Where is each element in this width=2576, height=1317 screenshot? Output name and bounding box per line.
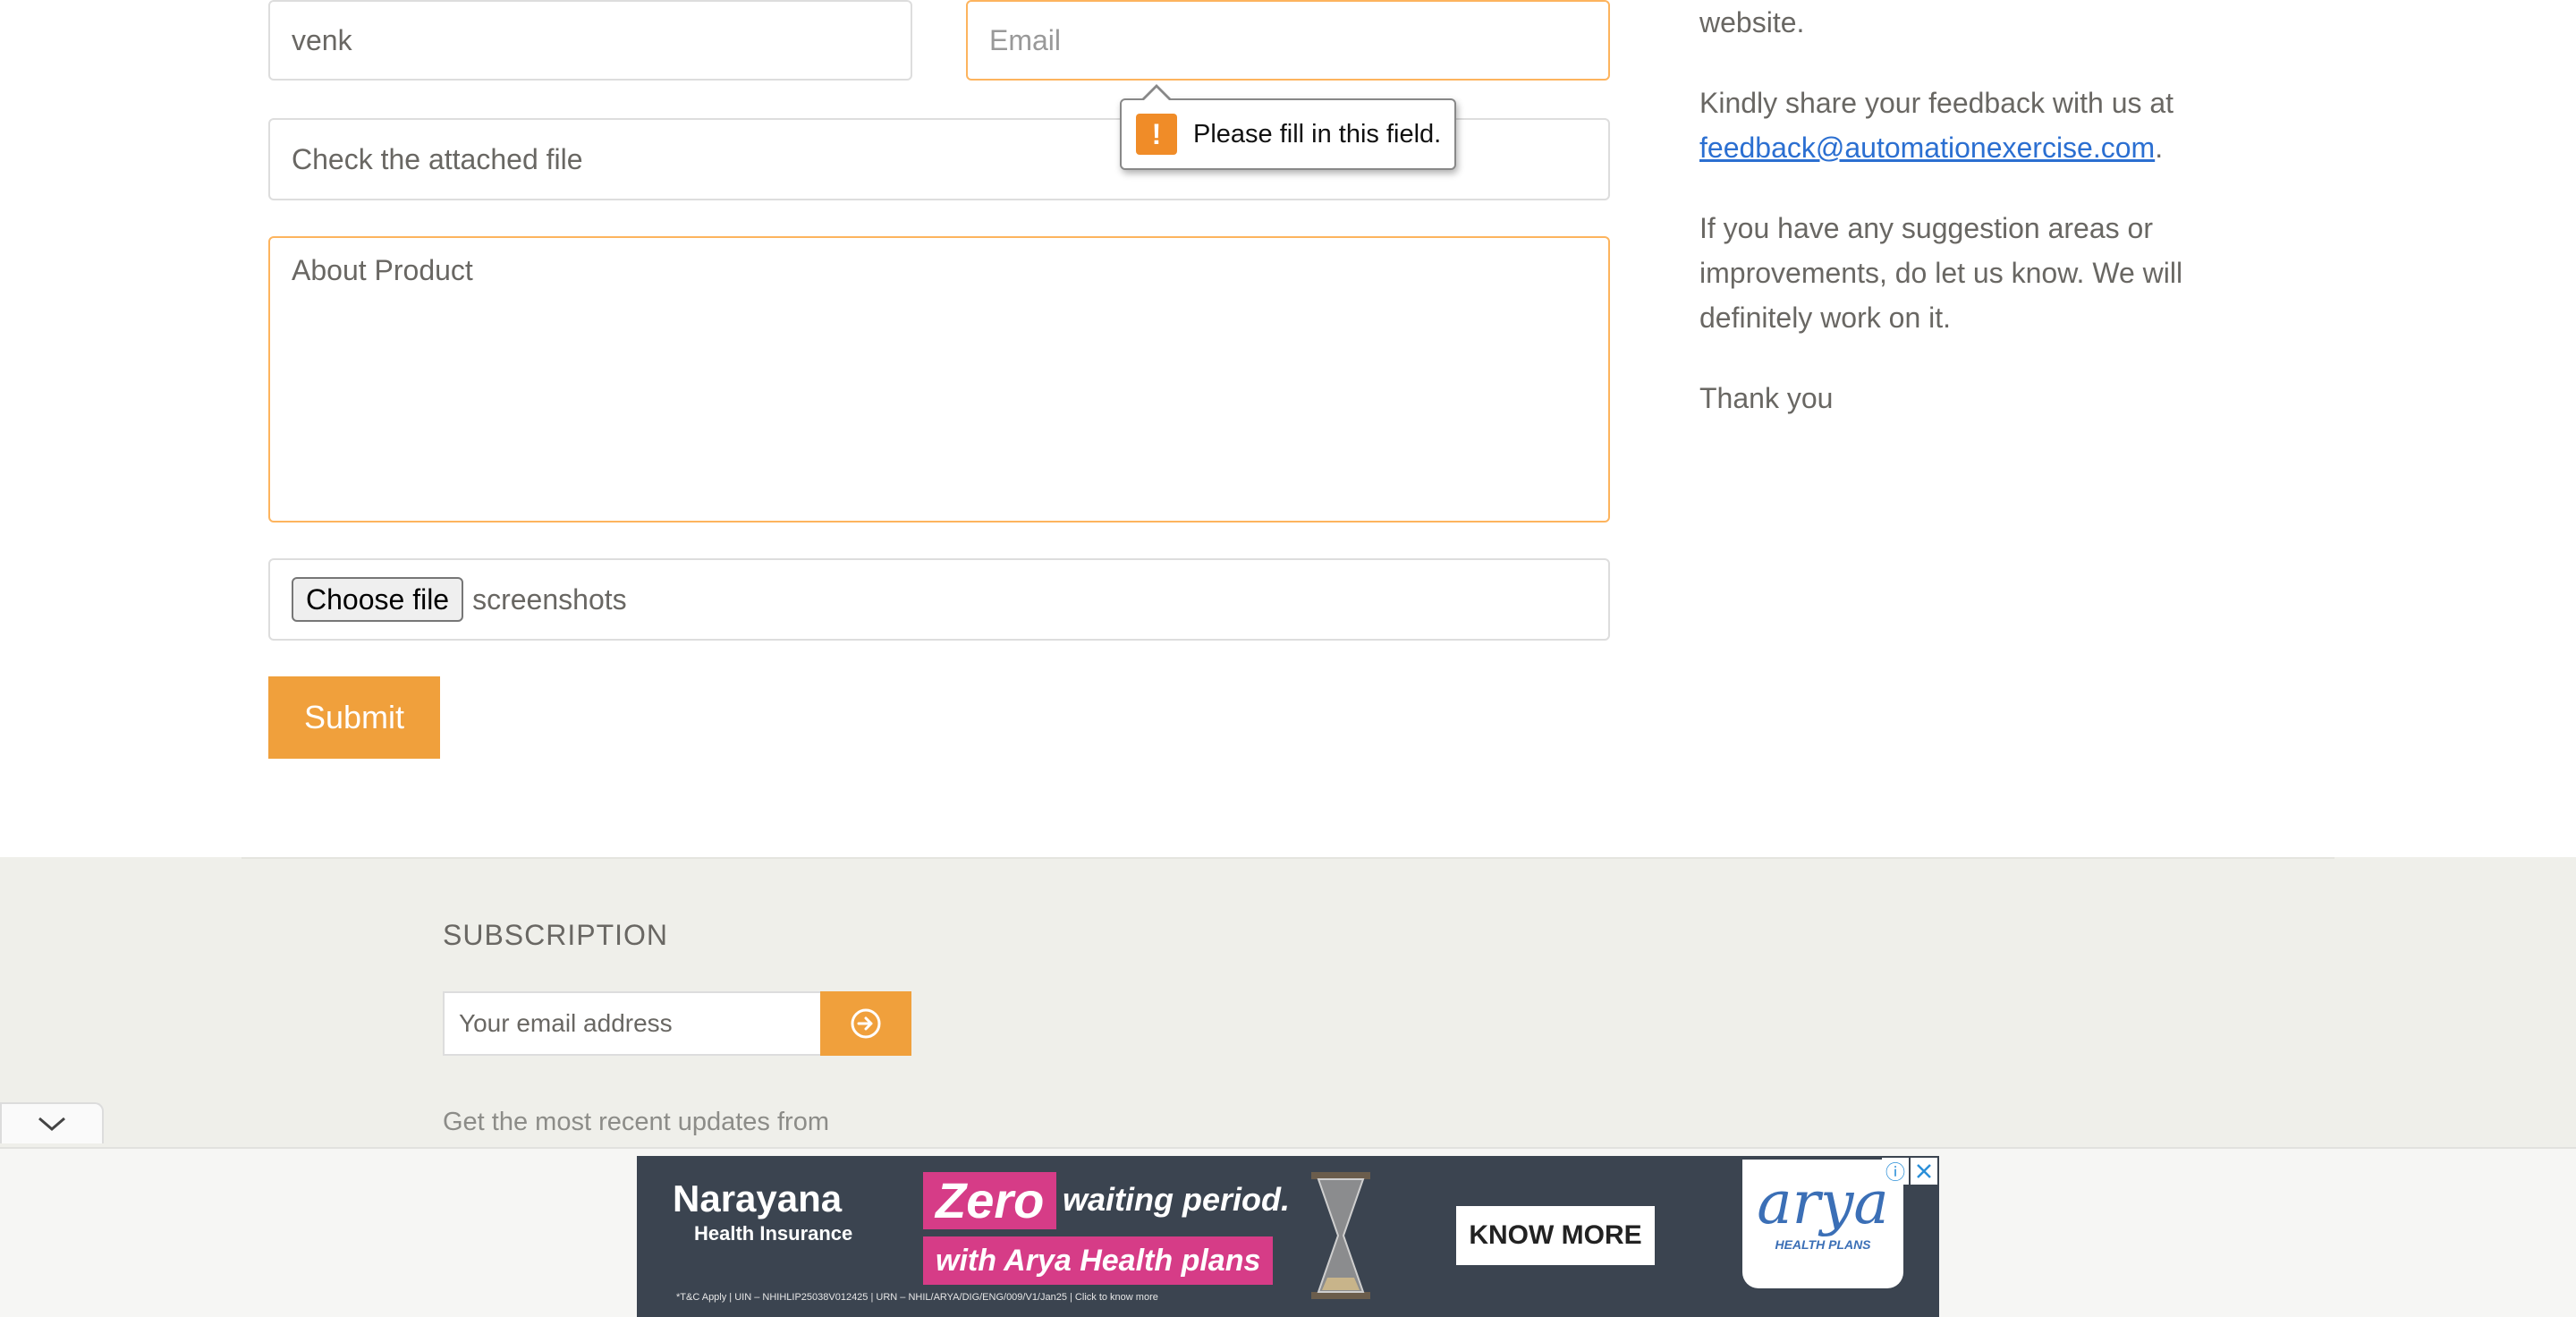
subscribe-button[interactable] — [820, 991, 911, 1056]
ad-banner[interactable]: Narayana Health Insurance Zero waiting p… — [637, 1156, 1939, 1317]
ad-headline-rest: waiting period. — [1063, 1181, 1291, 1218]
ad-logo: arya HEALTH PLANS — [1742, 1160, 1903, 1288]
side-website-text: website. — [1699, 6, 1805, 38]
ad-logo-sub: HEALTH PLANS — [1775, 1237, 1871, 1252]
subject-input-value: Check the attached file — [292, 142, 583, 175]
file-upload-field: Choose file screenshots — [268, 558, 1610, 641]
validation-tooltip: ! Please fill in this field. — [1120, 84, 1456, 170]
chevron-down-icon — [38, 1117, 65, 1131]
feedback-email-link[interactable]: feedback@automationexercise.com — [1699, 132, 2155, 164]
feedback-suffix: . — [2155, 132, 2164, 164]
email-input[interactable]: Email — [966, 0, 1610, 81]
ad-headline-zero: Zero — [923, 1172, 1057, 1229]
message-textarea[interactable]: About Product — [268, 236, 1610, 523]
submit-button[interactable]: Submit — [268, 676, 440, 759]
ad-brand-sub: Health Insurance — [694, 1222, 853, 1245]
ad-collapse-toggle[interactable] — [0, 1102, 104, 1143]
footer-divider — [242, 857, 2334, 859]
ad-brand: Narayana Health Insurance — [673, 1177, 852, 1245]
ad-close-button[interactable] — [1911, 1158, 1937, 1185]
validation-message: Please fill in this field. — [1193, 119, 1442, 149]
subscription-description: Get the most recent updates from — [443, 1108, 829, 1136]
name-input[interactable]: venk — [268, 0, 912, 81]
side-thanks-text: Thank you — [1699, 382, 1834, 414]
ad-brand-name: Narayana — [673, 1177, 843, 1219]
close-icon — [1917, 1164, 1931, 1178]
message-textarea-value: About Product — [292, 254, 473, 286]
feedback-prefix: Kindly share your feedback with us at — [1699, 87, 2174, 119]
warning-icon: ! — [1136, 114, 1177, 155]
subscription-title: SUBSCRIPTION — [443, 919, 669, 951]
hourglass-icon — [1311, 1172, 1370, 1299]
arrow-circle-right-icon — [851, 1008, 881, 1039]
ad-fine-print: *T&C Apply | UIN – NHIHLIP25038V012425 |… — [676, 1292, 1158, 1303]
subscription-email-input[interactable]: Your email address — [443, 991, 822, 1056]
selected-file-name: screenshots — [472, 582, 627, 616]
name-input-value: venk — [292, 23, 352, 56]
choose-file-button[interactable]: Choose file — [292, 577, 464, 622]
ad-cta-button[interactable]: KNOW MORE — [1456, 1206, 1655, 1265]
ad-info-icon[interactable]: ⓘ — [1882, 1158, 1909, 1185]
side-suggestion-paragraph: If you have any suggestion areas or impr… — [1699, 212, 2183, 334]
ad-logo-text: arya — [1757, 1168, 1889, 1237]
subscription-email-placeholder: Your email address — [459, 1009, 673, 1037]
side-feedback-paragraph: Kindly share your feedback with us at fe… — [1699, 81, 2254, 170]
ad-headline-line2: with Arya Health plans — [923, 1236, 1274, 1285]
email-input-placeholder: Email — [989, 23, 1062, 56]
